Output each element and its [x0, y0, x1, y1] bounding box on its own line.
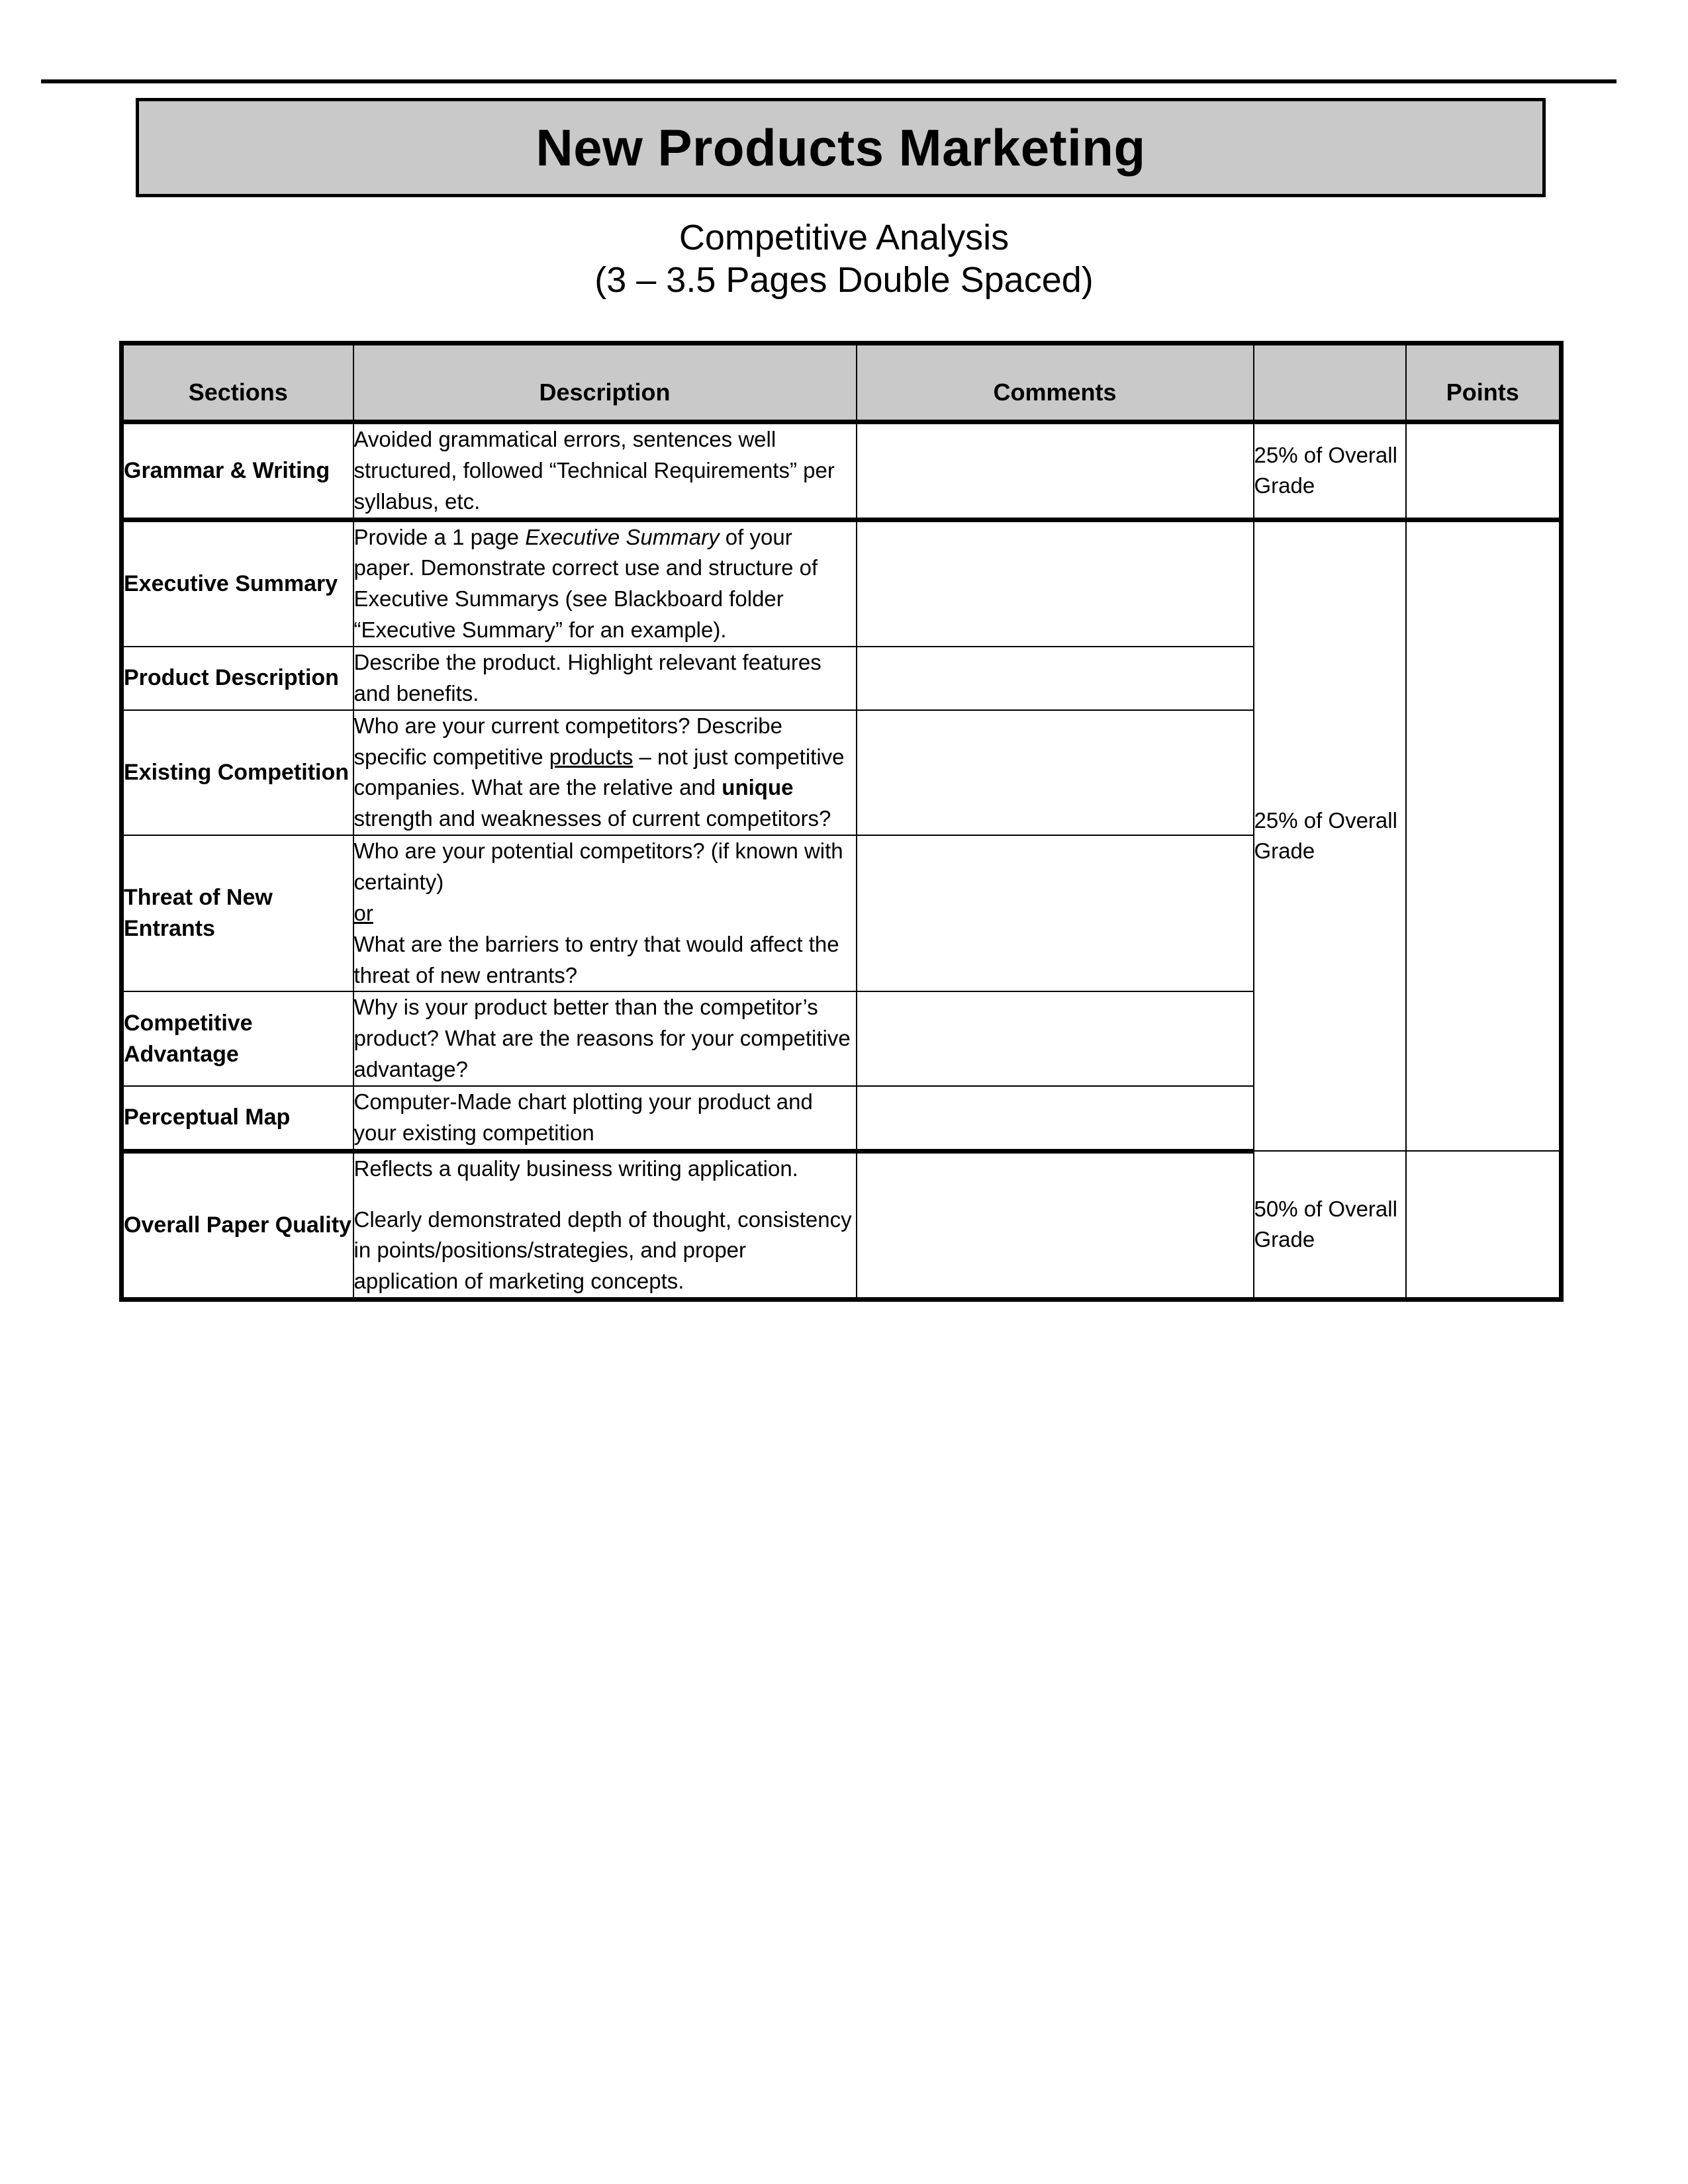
- row-weight-grammar-writing: 25% of Overall Grade: [1252, 421, 1407, 522]
- row-description-threat-new-entrants: Who are your potential competitors? (if …: [352, 835, 857, 993]
- document-subtitle: Competitive Analysis (3 – 3.5 Pages Doub…: [0, 217, 1688, 301]
- grading-rubric-table: Sections Description Comments Points Gra…: [119, 341, 1564, 1302]
- table-header-row: Sections Description Comments Points: [120, 341, 1562, 424]
- row-section-competitive-advantage: Competitive Advantage: [120, 991, 354, 1087]
- row-weight-middle-group: 25% of Overall Grade: [1252, 519, 1407, 1152]
- row-comments-perceptual-map[interactable]: [855, 1085, 1254, 1154]
- row-points-overall-paper-quality[interactable]: [1405, 1150, 1562, 1300]
- document-title-banner: New Products Marketing: [136, 98, 1546, 197]
- row-section-product-description: Product Description: [120, 646, 354, 711]
- row-comments-existing-competition[interactable]: [855, 709, 1254, 837]
- desc-text-part3: strength and weaknesses of current compe…: [353, 806, 831, 831]
- row-section-executive-summary: Executive Summary: [120, 519, 354, 648]
- table-row-executive-summary: Executive Summary Provide a 1 page Execu…: [120, 519, 1562, 1152]
- desc-text-bold: unique: [722, 775, 794, 800]
- row-section-overall-paper-quality: Overall Paper Quality: [120, 1150, 354, 1300]
- row-section-existing-competition: Existing Competition: [120, 709, 354, 837]
- desc-text-para1: Reflects a quality business writing appl…: [353, 1156, 798, 1181]
- desc-text-para2: Clearly demonstrated depth of thought, c…: [353, 1206, 852, 1294]
- row-points-middle-group[interactable]: [1405, 519, 1562, 1152]
- table-row-grammar-writing: Grammar & Writing Avoided grammatical er…: [120, 421, 1562, 522]
- row-points-grammar-writing[interactable]: [1405, 421, 1562, 522]
- desc-text-part1: Who are your potential competitors? (if …: [353, 839, 843, 895]
- row-description-competitive-advantage: Why is your product better than the comp…: [352, 991, 857, 1087]
- row-comments-threat-new-entrants[interactable]: [855, 835, 1254, 993]
- desc-text-part2: What are the barriers to entry that woul…: [353, 931, 839, 987]
- row-description-executive-summary: Provide a 1 page Executive Summary of yo…: [352, 519, 857, 648]
- row-section-grammar-writing: Grammar & Writing: [120, 421, 354, 522]
- row-comments-overall-paper-quality[interactable]: [855, 1150, 1254, 1300]
- table-row-overall-paper-quality: Overall Paper Quality Reflects a quality…: [120, 1150, 1562, 1300]
- column-header-points-label: Points: [1446, 379, 1519, 406]
- row-description-existing-competition: Who are your current competitors? Descri…: [352, 709, 857, 837]
- document-page: New Products Marketing Competitive Analy…: [0, 0, 1688, 2184]
- column-header-comments: Comments: [855, 341, 1254, 424]
- column-header-sections: Sections: [120, 341, 354, 424]
- column-header-description: Description: [352, 341, 857, 424]
- subtitle-line-1: Competitive Analysis: [679, 218, 1009, 257]
- row-description-grammar-writing: Avoided grammatical errors, sentences we…: [352, 421, 857, 522]
- row-comments-grammar-writing[interactable]: [855, 421, 1254, 522]
- row-description-product-description: Describe the product. Highlight relevant…: [352, 646, 857, 711]
- header-rule-divider: [41, 79, 1617, 83]
- desc-text-underline: products: [549, 744, 633, 769]
- desc-text-underline: or: [353, 900, 373, 925]
- column-header-description-label: Description: [539, 379, 671, 406]
- subtitle-line-2: (3 – 3.5 Pages Double Spaced): [594, 259, 1094, 300]
- column-header-sections-label: Sections: [188, 379, 288, 406]
- row-comments-executive-summary[interactable]: [855, 519, 1254, 648]
- column-header-points: Points: [1405, 341, 1562, 424]
- page-title: New Products Marketing: [536, 118, 1146, 177]
- column-header-weight: [1252, 341, 1407, 424]
- row-section-perceptual-map: Perceptual Map: [120, 1085, 354, 1154]
- row-weight-overall-paper-quality: 50% of Overall Grade: [1252, 1150, 1407, 1300]
- row-section-threat-new-entrants: Threat of New Entrants: [120, 835, 354, 993]
- column-header-weight-label: [1254, 373, 1405, 392]
- desc-text-italic: Executive Summary: [525, 524, 720, 549]
- row-comments-product-description[interactable]: [855, 646, 1254, 711]
- row-description-overall-paper-quality: Reflects a quality business writing appl…: [352, 1150, 857, 1300]
- desc-text-part1: Provide a 1 page: [353, 524, 526, 549]
- row-description-perceptual-map: Computer-Made chart plotting your produc…: [352, 1085, 857, 1154]
- column-header-comments-label: Comments: [993, 379, 1117, 406]
- row-comments-competitive-advantage[interactable]: [855, 991, 1254, 1087]
